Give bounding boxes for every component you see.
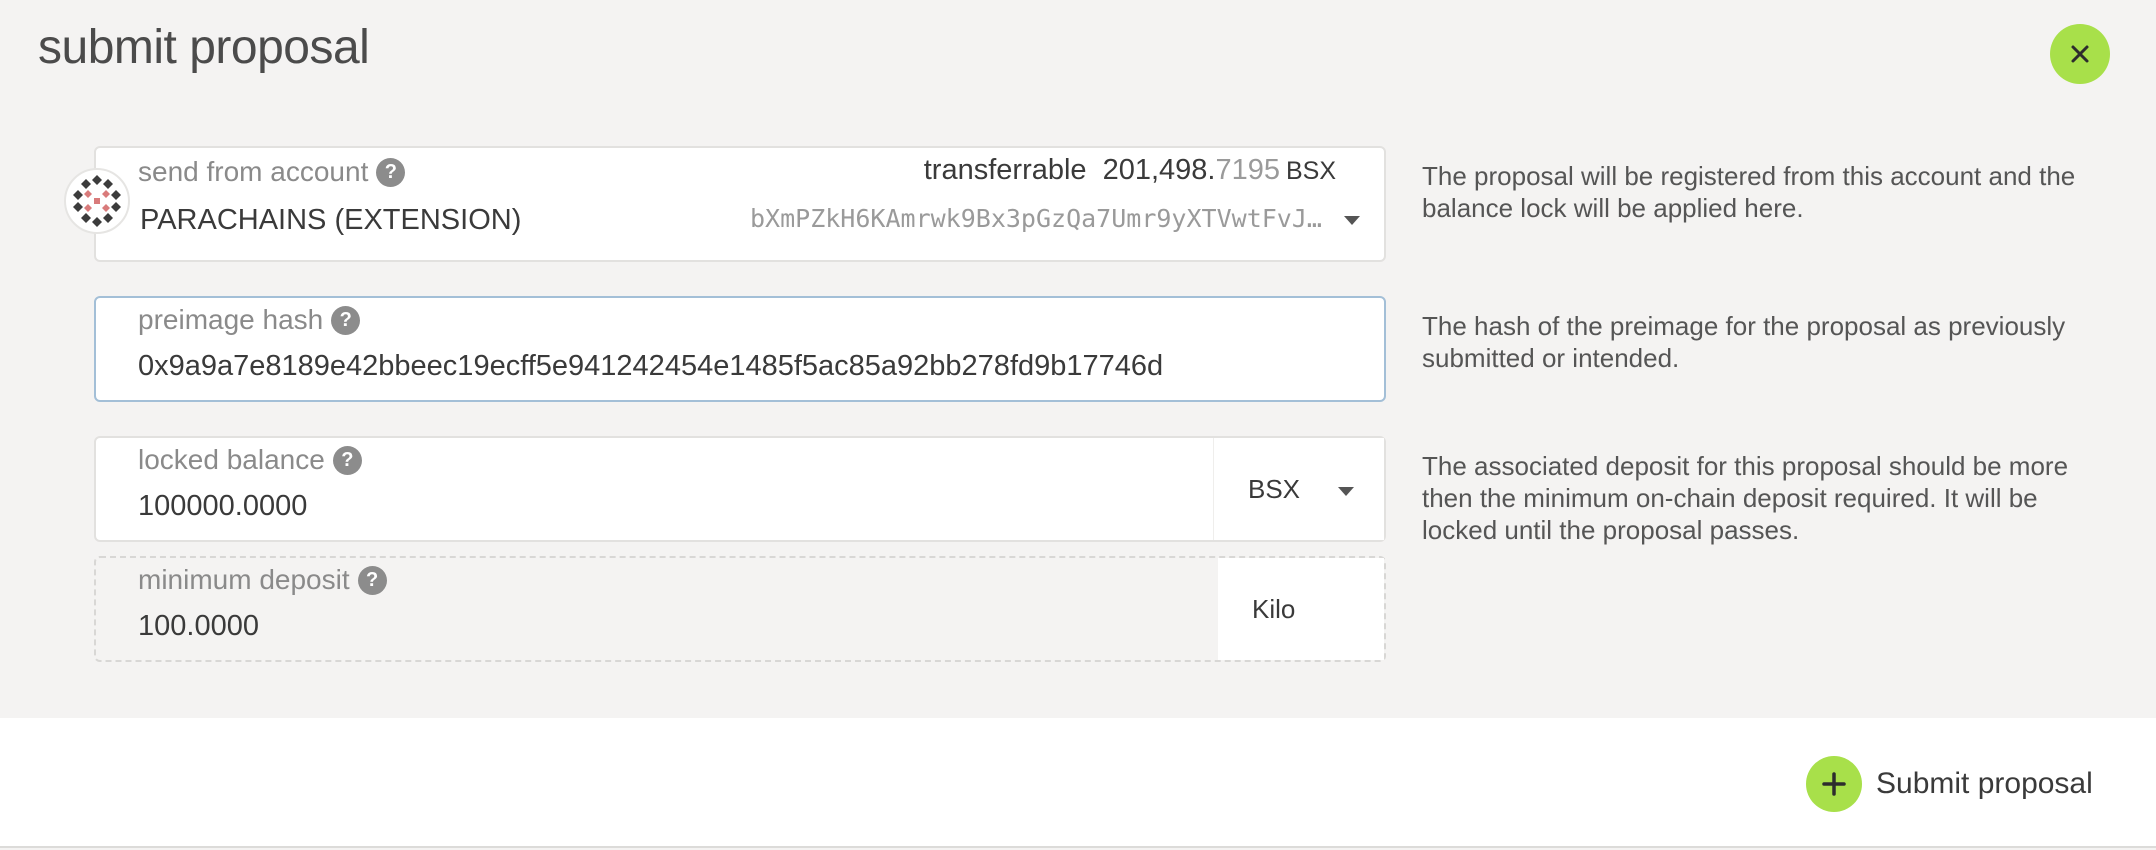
plus-icon-svg: [1822, 772, 1846, 796]
transferrable-label: transferrable: [923, 154, 1087, 186]
modal-footer: Submit proposal: [0, 718, 2156, 848]
identicon-avatar: [64, 168, 130, 234]
preimage-label-text: preimage hash: [138, 304, 324, 335]
preimage-help-text: The hash of the preimage for the proposa…: [1422, 311, 2066, 373]
locked-balance-value[interactable]: 100000.0000: [138, 490, 307, 523]
minimum-deposit-value: 100.0000: [138, 610, 259, 642]
help-icon[interactable]: ?: [331, 305, 361, 335]
locked-balance-label: locked balance ?: [138, 444, 362, 476]
help-icon[interactable]: ?: [357, 565, 387, 595]
preimage-hash-input[interactable]: preimage hash ? 0x9a9a7e8189e42bbeec19ec…: [94, 296, 1386, 402]
modal-title: submit proposal: [38, 21, 370, 74]
locked-balance-row: locked balance ? 100000.0000 BSX The ass…: [94, 436, 2156, 545]
minimum-deposit-unit: Kilo: [1252, 594, 1296, 624]
preimage-label: preimage hash ?: [138, 304, 361, 336]
modal-content: send from account ? transferrable 201,49…: [0, 110, 2156, 718]
minimum-deposit-label: minimum deposit ?: [138, 564, 387, 596]
submit-proposal-modal: submit proposal send from account ? tran…: [0, 0, 2156, 850]
locked-balance-unit-select[interactable]: BSX: [1213, 438, 1384, 540]
chevron-down-icon[interactable]: [1338, 487, 1354, 496]
transferrable-balance: transferrable 201,498. 7195 BSX: [924, 154, 1336, 187]
balance-integer: 201,498.: [1102, 154, 1216, 186]
close-button[interactable]: [2050, 24, 2110, 84]
account-row: send from account ? transferrable 201,49…: [64, 146, 2156, 262]
balance-unit: BSX: [1285, 157, 1336, 185]
help-icon[interactable]: ?: [332, 445, 362, 475]
minimum-deposit-label-text: minimum deposit: [138, 564, 350, 595]
account-label-text: send from account: [138, 156, 369, 187]
close-icon: [2071, 45, 2089, 63]
minimum-deposit-field: minimum deposit ? 100.0000 Kilo: [94, 556, 1386, 662]
locked-balance-label-text: locked balance: [138, 444, 325, 475]
locked-balance-input[interactable]: locked balance ? 100000.0000 BSX: [94, 436, 1386, 542]
minimum-deposit-unit-box: Kilo: [1218, 558, 1384, 660]
preimage-hash-value[interactable]: 0x9a9a7e8189e42bbeec19ecff5e941242454e14…: [138, 350, 1163, 383]
locked-balance-unit: BSX: [1248, 474, 1301, 504]
help-icon[interactable]: ?: [376, 157, 406, 187]
modal-header: submit proposal: [0, 0, 2156, 110]
locked-balance-help-text: The associated deposit for this proposal…: [1422, 451, 2069, 545]
account-help-text: The proposal will be registered from thi…: [1422, 161, 2076, 223]
balance-decimal: 7195: [1215, 154, 1280, 186]
submit-proposal-label: Submit proposal: [1876, 767, 2093, 800]
preimage-row: preimage hash ? 0x9a9a7e8189e42bbeec19ec…: [94, 296, 2156, 402]
submit-proposal-button[interactable]: Submit proposal: [1806, 756, 2093, 812]
identicon-icon: [73, 175, 121, 227]
account-selector[interactable]: send from account ? transferrable 201,49…: [64, 146, 1386, 262]
chevron-down-icon[interactable]: [1344, 216, 1360, 225]
minimum-deposit-row: minimum deposit ? 100.0000 Kilo: [94, 556, 2156, 662]
account-label: send from account ?: [138, 156, 406, 188]
account-address: bXmPZkH6KAmrwk9Bx3pGzQa7Umr9yXTVwtFvJ…: [750, 204, 1322, 233]
account-name: PARACHAINS (EXTENSION): [140, 204, 522, 236]
plus-icon: [1806, 756, 1862, 812]
